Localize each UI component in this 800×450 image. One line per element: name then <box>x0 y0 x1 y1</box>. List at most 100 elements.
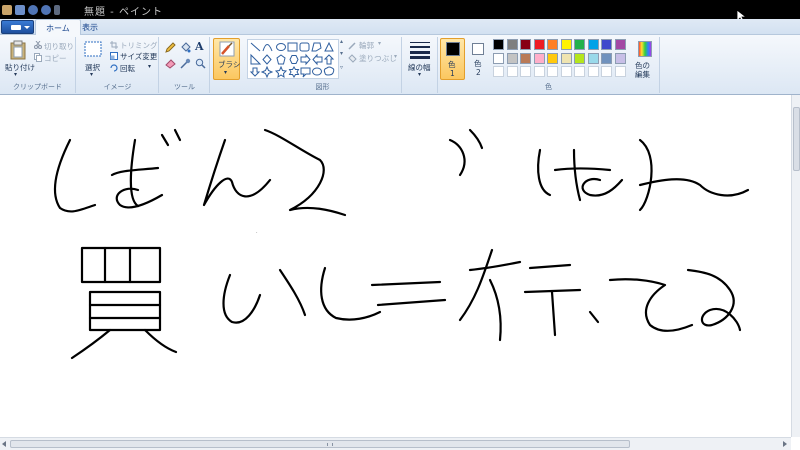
quick-access-toolbar <box>2 3 60 16</box>
palette-swatch[interactable] <box>587 52 599 64</box>
palette-swatch[interactable] <box>506 66 518 77</box>
palette-swatch[interactable] <box>601 52 612 64</box>
palette-swatch[interactable] <box>574 52 585 64</box>
palette-swatch[interactable] <box>506 52 518 64</box>
paste-dropdown-icon[interactable]: ▾ <box>14 71 17 78</box>
cut-button[interactable]: 切り取り <box>44 41 74 52</box>
scroll-left-icon[interactable] <box>2 441 6 447</box>
up-arrow-shape <box>323 54 335 65</box>
palette-swatch[interactable] <box>520 66 531 77</box>
right-triangle-shape <box>250 53 262 65</box>
rotate-dropdown-icon[interactable]: ▾ <box>148 63 151 70</box>
color-picker-icon[interactable] <box>180 58 191 69</box>
scroll-right-icon[interactable] <box>783 441 787 447</box>
image-group-label: イメージ <box>103 83 132 91</box>
palette-swatch[interactable] <box>520 39 531 50</box>
palette-swatch[interactable] <box>587 66 599 77</box>
outline-dropdown-icon[interactable]: ▾ <box>378 40 381 47</box>
palette-swatch[interactable] <box>601 39 612 50</box>
fill-button[interactable]: 塗りつぶし <box>359 53 397 64</box>
shapes-gallery <box>247 39 339 79</box>
clipboard-group: 貼り付け ▾ 切り取り コピー クリップボード <box>0 37 76 93</box>
colors-group-label: 色 <box>545 83 552 91</box>
color2-button[interactable]: 色 2 <box>468 39 490 79</box>
shapes-scroll-down-icon[interactable]: ▾ <box>340 50 343 57</box>
text-tool-icon[interactable]: A <box>195 40 204 53</box>
palette-swatch[interactable] <box>506 39 518 50</box>
color2-number: 2 <box>476 68 481 77</box>
star4-shape <box>260 65 274 79</box>
palette-swatch[interactable] <box>574 66 585 77</box>
fill-bucket-icon[interactable] <box>180 42 191 53</box>
palette-swatch[interactable] <box>533 39 545 50</box>
resize-button[interactable]: サイズ変更 <box>120 51 157 62</box>
palette-swatch[interactable] <box>614 39 626 50</box>
palette-swatch[interactable] <box>493 52 504 64</box>
outline-icon <box>348 42 356 50</box>
rotate-button[interactable]: 回転 <box>120 63 135 74</box>
palette-swatch[interactable] <box>587 39 599 50</box>
edit-colors-label-line2: 編集 <box>635 70 650 79</box>
palette-swatch[interactable] <box>560 52 572 64</box>
palette-swatch[interactable] <box>533 66 545 77</box>
brush-icon <box>219 41 235 57</box>
tab-view[interactable]: 表示 <box>72 19 108 35</box>
polygon-shape <box>311 42 322 52</box>
palette-swatch[interactable] <box>547 39 558 50</box>
undo-icon[interactable] <box>28 4 38 15</box>
drawing-canvas[interactable]: · <box>0 95 800 437</box>
rotate-icon <box>110 64 118 72</box>
outline-button[interactable]: 輪郭 <box>359 40 374 51</box>
horizontal-scrollbar[interactable] <box>0 437 791 450</box>
palette-swatch[interactable] <box>547 66 558 77</box>
left-arrow-shape <box>312 53 323 66</box>
palette-swatch[interactable] <box>574 39 585 50</box>
palette-swatch[interactable] <box>560 39 572 50</box>
palette-swatch[interactable] <box>533 52 545 64</box>
magnifier-icon[interactable] <box>195 58 206 69</box>
palette-swatch[interactable] <box>493 39 504 50</box>
line-shape <box>250 42 261 52</box>
file-menu-button[interactable] <box>1 20 34 34</box>
paste-icon[interactable] <box>9 40 27 60</box>
palette-swatch[interactable] <box>520 52 531 64</box>
eraser-icon[interactable] <box>165 58 176 69</box>
star6-shape <box>288 66 300 78</box>
customize-dropdown-icon[interactable] <box>54 4 60 15</box>
color1-button[interactable]: 色 1 <box>440 38 465 80</box>
line-width-dropdown-icon[interactable]: ▾ <box>418 71 421 78</box>
tools-group: A ツール <box>160 37 210 93</box>
palette-swatch[interactable] <box>614 66 626 77</box>
color2-swatch <box>472 43 484 55</box>
crop-button[interactable]: トリミング <box>120 40 158 51</box>
oval-shape <box>276 43 286 51</box>
palette-swatch[interactable] <box>601 66 612 77</box>
paint-app-icon[interactable] <box>2 4 12 15</box>
palette-swatch[interactable] <box>493 66 504 77</box>
hexagon-shape <box>289 55 299 64</box>
paste-button[interactable]: 貼り付け <box>5 62 35 73</box>
copy-button[interactable]: コピー <box>44 53 67 64</box>
palette-swatch[interactable] <box>560 66 572 77</box>
color-wheel-icon <box>638 41 652 57</box>
redo-icon[interactable] <box>41 4 51 15</box>
edit-colors-button[interactable]: 色の 編集 <box>631 39 659 81</box>
palette-swatch[interactable] <box>614 52 626 64</box>
select-icon[interactable] <box>84 41 102 57</box>
fill-dropdown-icon[interactable]: ▾ <box>394 53 397 60</box>
size-group: 線の幅 ▾ <box>404 37 438 93</box>
shapes-scroll-up-icon[interactable]: ▴ <box>340 38 343 45</box>
vertical-scroll-thumb[interactable] <box>793 107 800 171</box>
vertical-scrollbar[interactable] <box>791 95 800 437</box>
copy-icon <box>34 53 42 62</box>
save-icon[interactable] <box>15 4 25 15</box>
horizontal-scroll-thumb[interactable] <box>10 440 630 448</box>
callout-oval-shape <box>312 67 322 76</box>
line-width-icon[interactable] <box>409 41 431 59</box>
shapes-group: ▴ ▾ ▿ 輪郭 ▾ 塗りつぶし ▾ 図形 <box>244 37 402 93</box>
pencil-icon[interactable] <box>165 42 176 53</box>
brushes-button[interactable]: ブラシ ▾ <box>213 38 240 80</box>
select-dropdown-icon[interactable]: ▾ <box>90 71 93 78</box>
palette-swatch[interactable] <box>547 52 558 64</box>
shapes-expand-icon[interactable]: ▿ <box>340 64 343 71</box>
